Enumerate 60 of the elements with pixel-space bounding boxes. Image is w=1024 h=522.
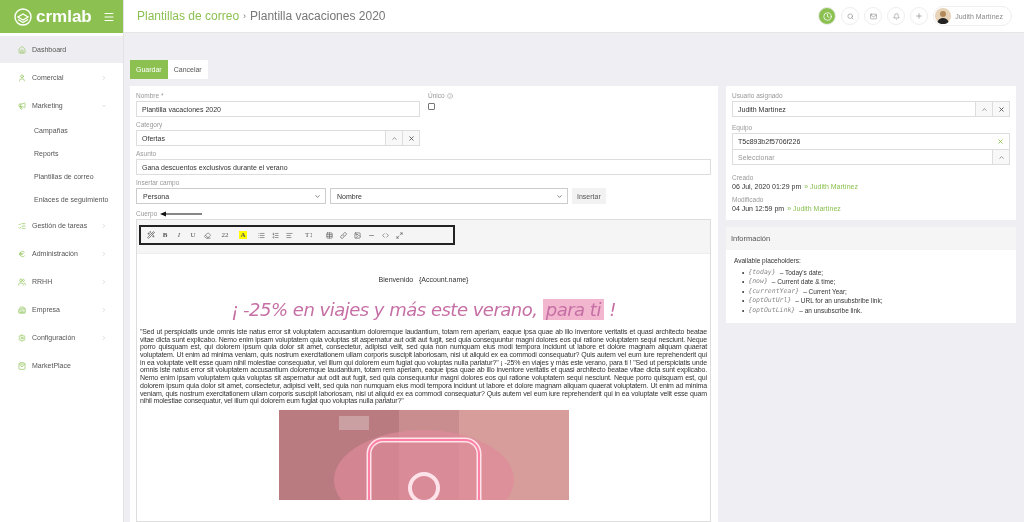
info-icon: [446, 92, 453, 99]
chevron-right-icon: [101, 250, 107, 257]
list-icon: [257, 231, 265, 239]
align-icon: [285, 231, 293, 239]
list-icon: [18, 221, 26, 230]
expand-icon: [395, 231, 403, 239]
expand-button[interactable]: [975, 102, 992, 116]
image-icon: [353, 231, 361, 239]
page-title: Plantilla vacaciones 2020: [250, 9, 386, 23]
chevron-right-icon: [101, 278, 107, 285]
add-button[interactable]: [910, 7, 929, 25]
expand-button[interactable]: [385, 131, 402, 145]
menu-icon[interactable]: [103, 10, 115, 23]
logo-icon: [14, 7, 32, 26]
person-icon: [18, 73, 26, 82]
arrow-icon: [160, 210, 203, 217]
mail-button[interactable]: [864, 7, 883, 25]
code-icon: [381, 231, 389, 239]
numbered-list-icon: [271, 231, 279, 239]
chevron-right-icon: [101, 222, 107, 229]
clear-button[interactable]: [402, 131, 419, 145]
remove-icon[interactable]: [997, 138, 1004, 145]
building-icon: [18, 305, 26, 314]
eraser-icon: [203, 231, 211, 239]
unique-checkbox[interactable]: [428, 103, 435, 110]
chevron-down-icon: [101, 102, 107, 109]
logo-text: crmlab: [36, 6, 92, 27]
house-icon: [18, 45, 26, 54]
search-icon: [846, 12, 854, 20]
clock-button[interactable]: [818, 7, 837, 25]
gear-icon: [18, 333, 26, 342]
table-icon: [325, 231, 333, 239]
style-button[interactable]: [144, 228, 158, 242]
plus-icon: [915, 12, 924, 20]
envelope-icon: [869, 12, 877, 20]
link-icon: [339, 231, 347, 239]
euro-icon: [18, 249, 26, 258]
close-icon: [407, 134, 415, 142]
search-button[interactable]: [841, 7, 860, 25]
bag-icon: [18, 361, 26, 370]
close-icon: [997, 105, 1005, 113]
chevron-right-icon: [101, 334, 107, 341]
chevron-down-icon: [314, 192, 321, 200]
chevron-right-icon: [101, 306, 107, 313]
headline: ¡ -25% en viajes y más este verano, para ti !: [231, 299, 616, 320]
avatar-icon: [935, 8, 952, 24]
clear-button[interactable]: [992, 102, 1009, 116]
megaphone-icon: [18, 101, 26, 110]
clock-icon: [822, 11, 832, 21]
chevron-down-icon: [556, 192, 563, 200]
wand-icon: [147, 231, 155, 239]
people-icon: [18, 277, 26, 286]
chevron-up-icon: [390, 134, 398, 142]
chevron-right-icon: [101, 74, 107, 81]
expand-button[interactable]: [992, 150, 1009, 164]
breadcrumb-separator: ›: [243, 11, 247, 21]
bell-icon: [892, 12, 900, 20]
notification-button[interactable]: [887, 7, 906, 25]
chevron-up-icon: [997, 153, 1005, 161]
chevron-up-icon: [980, 105, 988, 113]
